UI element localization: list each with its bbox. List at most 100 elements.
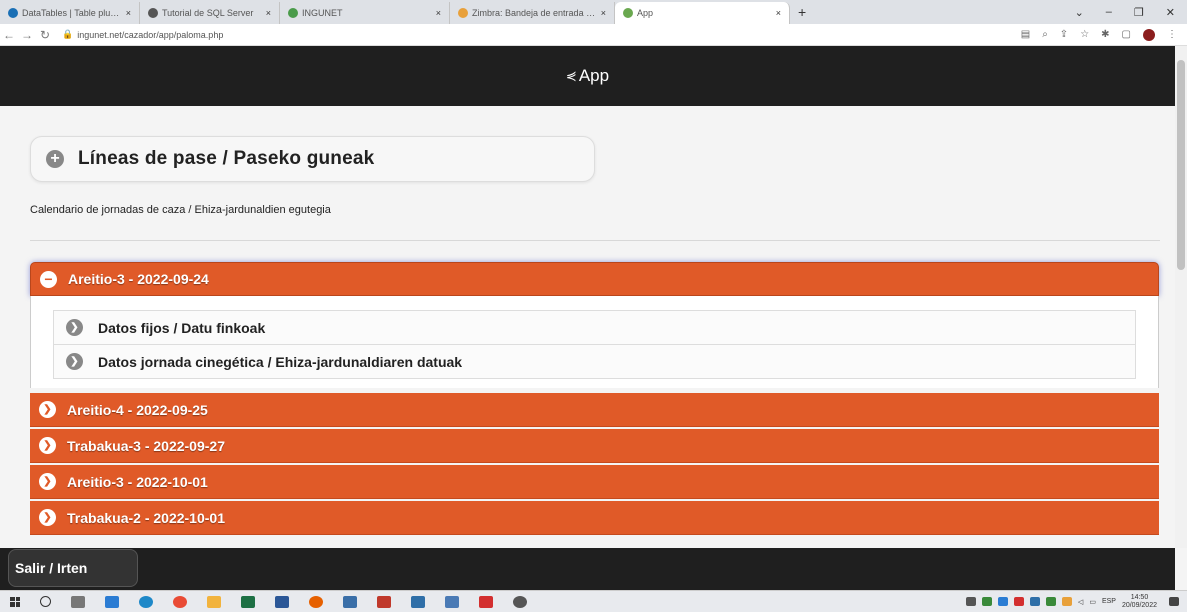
minus-circle-icon: − [40,270,57,288]
tab-search-icon[interactable]: ⌄ [1075,6,1084,19]
word-icon[interactable] [275,595,289,608]
tray-app-icon[interactable] [1029,597,1040,606]
browser-tab-sql[interactable]: Tutorial de SQL Server × [140,2,280,24]
window-controls: ⌄ – ❐ ✕ [1063,6,1187,19]
firefox-icon[interactable] [309,595,323,608]
app-icon[interactable] [377,595,391,608]
lock-icon: 🔒 [62,29,74,39]
tab-title: Tutorial de SQL Server [162,8,254,18]
chevron-right-icon: ❯ [39,509,56,526]
file-explorer-icon[interactable] [207,595,221,608]
main-content: + Líneas de pase / Paseko guneak Calenda… [0,106,1175,548]
address-bar: ← → ↻ 🔒 ingunet.net/cazador/app/paloma.p… [0,24,1187,46]
search-icon[interactable] [40,596,51,607]
reload-icon[interactable]: ↻ [36,28,54,42]
minimize-icon[interactable]: – [1106,6,1112,19]
browser-tab-app[interactable]: App × [615,2,790,24]
close-window-icon[interactable]: ✕ [1166,6,1175,19]
zimbra-favicon-icon [458,8,468,18]
close-tab-icon[interactable]: × [126,8,131,18]
forward-icon[interactable]: → [18,28,36,42]
edge-icon[interactable] [139,595,153,608]
chevron-right-icon: ❯ [39,437,56,454]
browser-tab-datatables[interactable]: DataTables | Table plug-in for j × [0,2,140,24]
chevron-right-icon: ❯ [66,319,83,336]
maximize-icon[interactable]: ❐ [1134,6,1144,19]
address-bar-actions: ▤ ⌕ ⇪ ☆ ✱ ▢ ⋮ [1021,28,1187,41]
store-icon[interactable] [343,595,357,608]
chevron-right-icon: ❯ [39,401,56,418]
accordion-item[interactable]: ❯ Areitio-4 - 2022-09-25 [30,393,1159,427]
outlook-icon[interactable] [105,595,119,608]
app-title: App [578,66,610,85]
menu-dots-icon[interactable]: ⋮ [1167,29,1177,40]
profile-avatar-icon[interactable] [1143,28,1155,41]
browser-tab-ingunet[interactable]: INGUNET × [280,2,450,24]
zoom-icon[interactable]: ⌕ [1042,29,1048,40]
network-app-icon[interactable] [445,595,459,608]
keyboard-icon[interactable] [965,597,976,606]
system-tray: ◁ ▭ ESP 14:50 20/09/2022 [965,594,1187,610]
remote-desktop-icon[interactable] [411,595,425,608]
accordion-item[interactable]: ❯ Trabakua-2 - 2022-10-01 [30,501,1159,535]
url-field[interactable]: 🔒 ingunet.net/cazador/app/paloma.php [62,29,223,40]
datos-jornada-item[interactable]: ❯ Datos jornada cinegética / Ehiza-jardu… [53,344,1136,379]
extensions-icon[interactable]: ✱ [1101,29,1109,40]
notifications-icon[interactable] [1169,597,1179,606]
back-icon[interactable]: ← [0,28,18,42]
scrollbar-thumb[interactable] [1177,60,1185,270]
chevron-right-icon: ❯ [66,353,83,370]
settings-app-icon[interactable] [513,595,527,608]
accordion-item[interactable]: ❯ Areitio-3 - 2022-10-01 [30,465,1159,499]
network-icon[interactable]: ▭ [1089,598,1096,606]
page-scrollbar[interactable] [1175,46,1187,548]
exit-button[interactable]: Salir / Irten [8,549,138,587]
share-icon[interactable]: ⇪ [1060,29,1068,40]
calendar-subtitle: Calendario de jornadas de caza / Ehiza-j… [30,204,331,216]
excel-icon[interactable] [241,595,255,608]
close-tab-icon[interactable]: × [436,8,441,18]
new-tab-icon[interactable]: + [798,4,806,20]
clock-time: 14:50 [1130,593,1149,601]
accordion-item-title: Areitio-3 - 2022-09-24 [68,271,209,287]
datos-fijos-item[interactable]: ❯ Datos fijos / Datu finkoak [53,310,1136,345]
task-view-icon[interactable] [71,595,85,608]
sub-item-label: Datos jornada cinegética / Ehiza-jarduna… [98,353,463,370]
plus-circle-icon: + [46,150,64,168]
close-tab-icon[interactable]: × [776,8,781,18]
language-indicator[interactable]: ESP [1102,598,1116,605]
datatables-favicon-icon [8,8,18,18]
accordion-item-title: Trabakua-2 - 2022-10-01 [67,509,225,526]
pdf-reader-icon[interactable] [479,595,493,608]
ingunet-favicon-icon [288,8,298,18]
sidebar-icon[interactable]: ▢ [1122,29,1131,40]
chevron-right-icon: ❯ [39,473,56,490]
section-title: Líneas de pase / Paseko guneak [78,148,375,169]
browser-tab-zimbra[interactable]: Zimbra: Bandeja de entrada (3) × [450,2,615,24]
globe-favicon-icon [148,8,158,18]
url-text: ingunet.net/cazador/app/paloma.php [77,29,224,40]
tab-title: App [637,8,654,18]
clock-date: 20/09/2022 [1121,601,1157,609]
clock[interactable]: 14:50 20/09/2022 [1122,594,1157,610]
volume-icon[interactable]: ◁ [1078,598,1083,606]
accordion-item[interactable]: ❯ Trabakua-3 - 2022-09-27 [30,429,1159,463]
tray-app-icon[interactable] [997,597,1008,606]
translate-icon[interactable]: ▤ [1021,29,1030,40]
lineas-de-pase-collapsible[interactable]: + Líneas de pase / Paseko guneak [30,136,595,182]
windows-start-icon[interactable] [10,596,20,607]
tray-app-icon[interactable] [1045,597,1056,606]
tab-title: DataTables | Table plug-in for j [22,8,122,18]
divider [30,240,1160,241]
chrome-icon[interactable] [173,595,187,608]
tray-app-icon[interactable] [981,597,992,606]
bookmark-star-icon[interactable]: ☆ [1080,29,1089,40]
accordion-item-body: ❯ Datos fijos / Datu finkoak ❯ Datos jor… [30,296,1159,388]
tray-app-icon[interactable] [1013,597,1024,606]
tray-app-icon[interactable] [1061,597,1072,606]
close-tab-icon[interactable]: × [601,8,606,18]
os-taskbar: ◁ ▭ ESP 14:50 20/09/2022 [0,590,1187,612]
close-tab-icon[interactable]: × [266,8,271,18]
app-footer: Salir / Irten [0,548,1175,590]
accordion-item-open[interactable]: − Areitio-3 - 2022-09-24 [30,262,1159,296]
